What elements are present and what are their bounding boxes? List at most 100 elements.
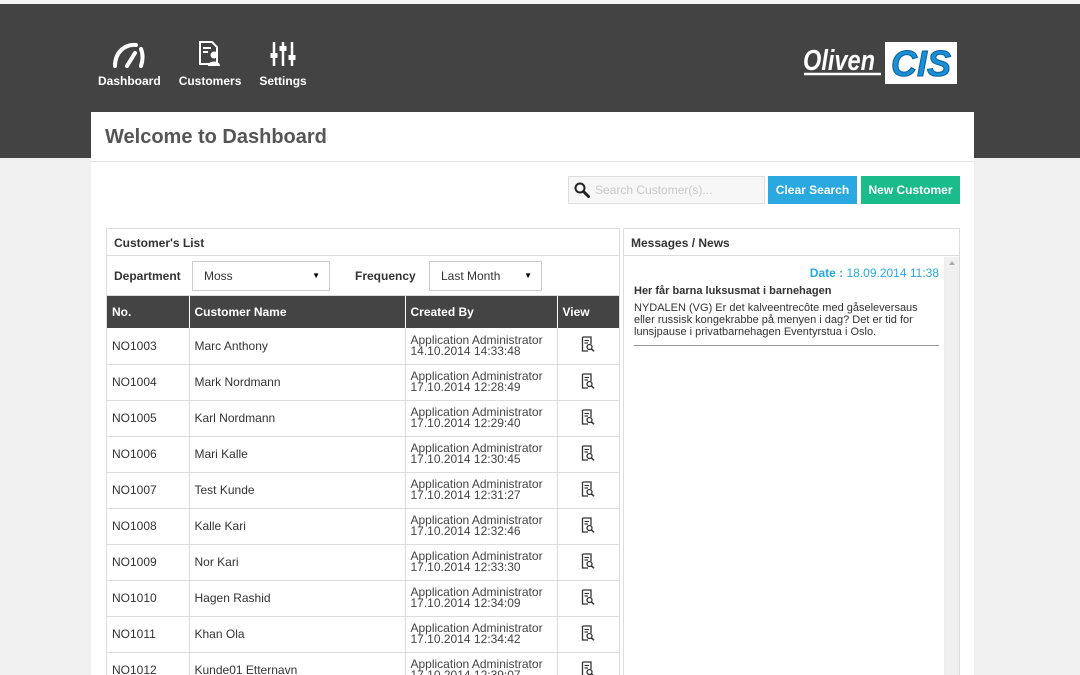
messages-scrollbar[interactable] (946, 257, 959, 675)
table-row: NO1006 Mari Kalle Application Administrato… (107, 436, 619, 473)
created-by-cell: Application Administrator 17.10.2014 12:2… (405, 400, 558, 437)
view-cell (557, 580, 619, 617)
customer-no: NO1008 (107, 508, 190, 545)
new-customer-button[interactable]: New Customer (861, 176, 960, 204)
customer-name: Khan Ola (189, 616, 406, 653)
sliders-icon (270, 42, 296, 66)
view-doc-icon[interactable] (581, 372, 595, 392)
customer-name: Karl Nordmann (189, 400, 406, 437)
created-date: 17.10.2014 12:34:09 (410, 596, 521, 610)
table-row: NO1003 Marc Anthony Application Administra… (107, 328, 619, 365)
svg-text:CIS: CIS (891, 43, 951, 84)
customer-name: Mark Nordmann (189, 364, 406, 401)
created-by-cell: Application Administrator 17.10.2014 12:3… (405, 436, 558, 473)
created-date: 17.10.2014 12:34:42 (410, 632, 521, 646)
customer-no: NO1003 (107, 328, 190, 365)
customer-no: NO1004 (107, 364, 190, 401)
customers-table-body: NO1003 Marc Anthony Application Administra… (107, 328, 619, 675)
table-row: NO1005 Karl Nordmann Application Administr… (107, 400, 619, 437)
search-input[interactable] (595, 183, 760, 197)
messages-panel: Messages / News Date : 18.09.2014 11:38 … (623, 228, 960, 675)
column-header-created-by[interactable]: Created By (405, 296, 558, 328)
column-header-no[interactable]: No. (107, 296, 190, 328)
view-doc-icon[interactable] (581, 624, 595, 644)
created-date: 14.10.2014 14:33:48 (410, 343, 521, 358)
search-icon[interactable] (569, 182, 595, 198)
search-box[interactable] (568, 176, 765, 204)
view-doc-icon[interactable] (581, 588, 595, 608)
department-select[interactable]: Moss ▼ (192, 260, 330, 291)
created-date: 17.10.2014 12:33:30 (410, 560, 521, 574)
customer-name: Marc Anthony (189, 328, 406, 365)
dashboard-panel: Welcome to Dashboard Clear Search New Cu… (91, 112, 974, 675)
nav-customers-label: Customers (178, 74, 242, 88)
news-item: Date : 18.09.2014 11:38 Her får barna lu… (624, 257, 944, 675)
filters-bar: Department Moss ▼ Frequency Last Month ▼ (107, 256, 619, 296)
caret-down-icon: ▼ (312, 271, 320, 280)
table-row: NO1010 Hagen Rashid Application Administra… (107, 580, 619, 617)
customers-list-panel: Customer's List Department Moss ▼ Freque… (106, 228, 620, 675)
scroll-up-arrow-icon[interactable] (949, 261, 955, 265)
page-title: Welcome to Dashboard (91, 112, 974, 162)
frequency-value: Last Month (441, 268, 501, 283)
view-cell (557, 436, 619, 473)
view-doc-icon[interactable] (581, 552, 595, 572)
view-cell (557, 508, 619, 545)
nav-dashboard[interactable]: Dashboard (98, 40, 161, 88)
view-cell (557, 544, 619, 581)
customer-name: Kalle Kari (189, 508, 406, 545)
view-doc-icon[interactable] (581, 408, 595, 428)
created-date: 17.10.2014 12:30:45 (410, 452, 521, 466)
created-by-cell: Application Administrator 14.10.2014 14:3… (405, 328, 558, 365)
news-body: NYDALEN (VG) Er det kalveentrecôte med g… (634, 302, 939, 346)
created-date: 17.10.2014 12:31:27 (410, 488, 521, 502)
svg-text:Oliven: Oliven (803, 45, 875, 77)
customer-name: Hagen Rashid (189, 580, 406, 617)
nav-customers[interactable]: Customers (178, 40, 242, 88)
table-header-row: No. Customer Name Created By View (107, 296, 619, 328)
news-headline[interactable]: Her får barna luksusmat i barnehagen (634, 285, 939, 297)
view-doc-icon[interactable] (581, 480, 595, 500)
created-by-cell: Application Administrator 17.10.2014 12:2… (405, 364, 558, 401)
column-header-customer-name[interactable]: Customer Name (189, 296, 406, 328)
main-nav: Dashboard Customers Settings (98, 40, 325, 88)
view-cell (557, 472, 619, 509)
created-date: 17.10.2014 12:29:40 (410, 416, 521, 430)
news-date-label: Date : (809, 266, 844, 280)
column-header-view[interactable]: View (557, 296, 619, 328)
speedometer-icon (113, 42, 145, 68)
customer-name: Nor Kari (189, 544, 406, 581)
view-cell (557, 616, 619, 653)
caret-down-icon: ▼ (524, 271, 532, 280)
nav-settings-label: Settings (259, 74, 307, 88)
customers-table: No. Customer Name Created By View NO1003… (107, 296, 619, 675)
view-doc-icon[interactable] (581, 336, 595, 355)
created-by-cell: Application Administrator 17.10.2014 12:3… (405, 652, 558, 675)
customer-name: Mari Kalle (189, 436, 406, 473)
created-by-cell: Application Administrator 17.10.2014 12:3… (405, 544, 558, 581)
created-by-cell: Application Administrator 17.10.2014 12:3… (405, 616, 558, 653)
messages-title: Messages / News (624, 229, 959, 256)
customer-no: NO1010 (107, 580, 190, 617)
view-cell (557, 328, 619, 365)
customer-no: NO1007 (107, 472, 190, 509)
customer-name: Test Kunde (189, 472, 406, 509)
nav-dashboard-label: Dashboard (98, 74, 161, 88)
messages-scroll-area[interactable]: Date : 18.09.2014 11:38 Her får barna lu… (624, 257, 959, 675)
news-date-value: 18.09.2014 11:38 (846, 266, 939, 280)
clear-search-button[interactable]: Clear Search (768, 176, 857, 204)
view-doc-icon[interactable] (581, 516, 595, 536)
view-doc-icon[interactable] (581, 660, 595, 675)
nav-settings[interactable]: Settings (259, 40, 307, 88)
view-cell (557, 652, 619, 675)
view-doc-icon[interactable] (581, 444, 595, 464)
customer-no: NO1006 (107, 436, 190, 473)
customer-no: NO1005 (107, 400, 190, 437)
created-by-cell: Application Administrator 17.10.2014 12:3… (405, 580, 558, 617)
view-cell (557, 364, 619, 401)
created-date: 17.10.2014 12:28:49 (410, 380, 521, 394)
customers-list-title: Customer's List (107, 229, 619, 256)
frequency-label: Frequency (355, 268, 416, 283)
news-date: Date : 18.09.2014 11:38 (634, 266, 939, 280)
frequency-select[interactable]: Last Month ▼ (429, 260, 542, 291)
